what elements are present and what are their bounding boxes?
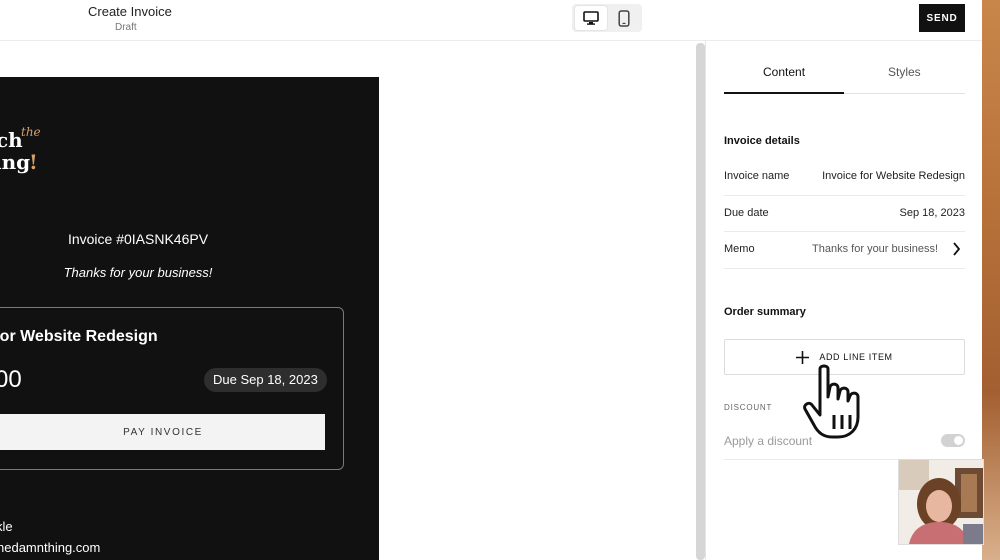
due-date-badge: Due Sep 18, 2023 — [204, 368, 327, 392]
row-divider — [724, 268, 965, 269]
invoice-preview: ch the ing ! Invoice #0IASNK46PV Thanks … — [0, 77, 379, 560]
top-bar: Create Invoice Draft SEND — [0, 0, 1000, 41]
hand-pointer-cursor-icon — [803, 364, 860, 439]
invoice-card-title: e for Website Redesign — [0, 328, 158, 345]
webcam-overlay — [898, 459, 984, 545]
status-label: Draft — [115, 22, 137, 33]
svg-text:!: ! — [29, 150, 38, 174]
discount-toggle[interactable] — [941, 434, 965, 447]
toggle-knob — [954, 436, 963, 445]
invoice-name-label: Invoice name — [724, 170, 790, 182]
desktop-icon — [583, 11, 599, 25]
invoice-name-value[interactable]: Invoice for Website Redesign — [822, 170, 965, 182]
device-preview-toggle — [572, 4, 642, 32]
memo-label: Memo — [724, 243, 755, 255]
row-divider — [724, 195, 965, 196]
brand-logo: ch the ing ! — [0, 125, 41, 174]
svg-text:the: the — [21, 125, 41, 139]
pay-invoice-button[interactable]: PAY INVOICE — [0, 414, 325, 450]
tab-styles[interactable]: Styles — [888, 65, 921, 79]
send-button[interactable]: SEND — [919, 4, 965, 32]
active-tab-indicator — [724, 92, 844, 94]
canvas-scrollbar[interactable] — [696, 43, 705, 560]
panel-divider — [705, 40, 706, 560]
svg-text:ing: ing — [0, 150, 30, 174]
memo-value[interactable]: Thanks for your business! — [812, 243, 938, 255]
invoice-details-heading: Invoice details — [724, 135, 800, 147]
tab-content[interactable]: Content — [763, 65, 805, 79]
order-summary-heading: Order summary — [724, 306, 806, 318]
invoice-footer-name: kle — [0, 519, 13, 534]
apply-discount-label: Apply a discount — [724, 434, 813, 448]
page-title: Create Invoice — [88, 4, 172, 19]
chevron-right-icon[interactable] — [952, 242, 961, 256]
due-date-label: Due date — [724, 207, 769, 219]
invoice-card: e for Website Redesign 00 Due Sep 18, 20… — [0, 307, 344, 470]
mobile-icon — [618, 9, 630, 27]
invoice-amount: 00 — [0, 366, 22, 393]
discount-heading: DISCOUNT — [724, 403, 773, 412]
desktop-preview-button[interactable] — [575, 6, 607, 30]
add-line-item-label: ADD LINE ITEM — [819, 352, 893, 362]
background-edge — [982, 0, 1000, 560]
row-divider — [724, 231, 965, 232]
due-date-value[interactable]: Sep 18, 2023 — [900, 207, 965, 219]
svg-text:ch: ch — [0, 128, 23, 152]
invoice-number: Invoice #0IASNK46PV — [67, 231, 209, 247]
invoice-footer-website: hedamnthing.com — [0, 540, 101, 555]
plus-icon — [796, 350, 810, 364]
invoice-memo: Thanks for your business! — [63, 265, 213, 280]
mobile-preview-button[interactable] — [608, 6, 640, 30]
